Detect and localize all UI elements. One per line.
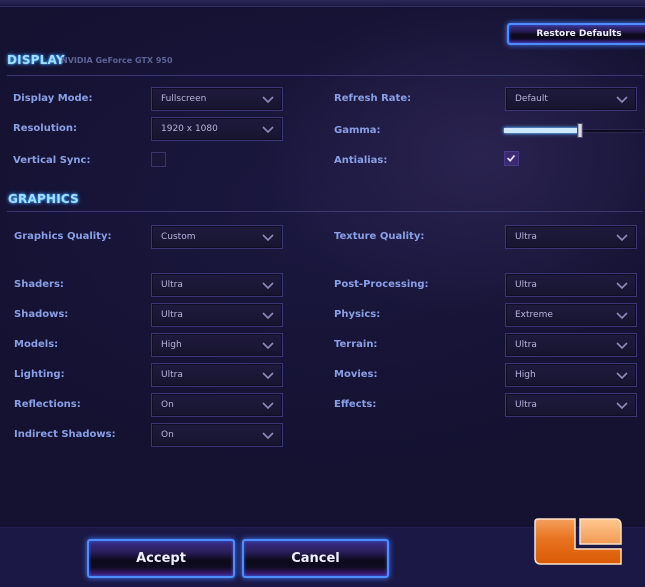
gamma-thumb[interactable] <box>576 123 583 138</box>
accept-label: Accept <box>136 551 186 566</box>
physics-value: Extreme <box>515 310 553 320</box>
reflections-value: On <box>161 400 174 410</box>
post-processing-label: Post-Processing: <box>334 279 429 290</box>
chevron-down-icon <box>262 312 274 320</box>
chevron-down-icon <box>262 342 274 350</box>
display-mode-value: Fullscreen <box>161 94 207 104</box>
chevron-down-icon <box>262 402 274 410</box>
shaders-dropdown[interactable]: Ultra <box>151 273 283 297</box>
vertical-sync-label: Vertical Sync: <box>13 155 91 166</box>
movies-dropdown[interactable]: High <box>505 363 637 387</box>
chevron-down-icon <box>616 402 628 410</box>
physics-label: Physics: <box>334 309 381 320</box>
chevron-down-icon <box>616 96 628 104</box>
indirect-shadows-dropdown[interactable]: On <box>151 423 283 447</box>
graphics-quality-dropdown[interactable]: Custom <box>151 225 283 249</box>
indirect-shadows-value: On <box>161 430 174 440</box>
chevron-down-icon <box>262 96 274 104</box>
refresh-rate-label: Refresh Rate: <box>334 93 412 104</box>
restore-defaults-button[interactable]: Restore Defaults <box>507 23 645 45</box>
chevron-down-icon <box>262 126 274 134</box>
models-dropdown[interactable]: High <box>151 333 283 357</box>
lighting-dropdown[interactable]: Ultra <box>151 363 283 387</box>
graphics-quality-value: Custom <box>161 232 196 242</box>
refresh-rate-dropdown[interactable]: Default <box>505 87 637 111</box>
gamma-label: Gamma: <box>334 125 381 136</box>
texture-quality-value: Ultra <box>515 232 537 242</box>
chevron-down-icon <box>262 432 274 440</box>
lighting-label: Lighting: <box>14 369 65 380</box>
restore-defaults-label: Restore Defaults <box>536 29 622 39</box>
vertical-sync-checkbox[interactable] <box>151 152 166 167</box>
resolution-dropdown[interactable]: 1920 x 1080 <box>151 117 283 141</box>
texture-quality-label: Texture Quality: <box>334 231 425 242</box>
terrain-value: Ultra <box>515 340 537 350</box>
chevron-down-icon <box>262 282 274 290</box>
gamma-slider[interactable] <box>504 123 644 139</box>
terrain-dropdown[interactable]: Ultra <box>505 333 637 357</box>
resolution-value: 1920 x 1080 <box>161 124 218 134</box>
indirect-shadows-label: Indirect Shadows: <box>14 429 116 440</box>
settings-panel <box>0 7 645 527</box>
shadows-dropdown[interactable]: Ultra <box>151 303 283 327</box>
display-divider <box>7 75 643 76</box>
top-bar <box>0 0 645 7</box>
movies-value: High <box>515 370 536 380</box>
cancel-label: Cancel <box>291 551 340 566</box>
shadows-label: Shadows: <box>14 309 69 320</box>
chevron-down-icon <box>616 372 628 380</box>
effects-value: Ultra <box>515 400 537 410</box>
models-value: High <box>161 340 182 350</box>
gamma-fill <box>504 128 580 133</box>
graphics-divider <box>7 211 643 212</box>
display-section-title: DISPLAY <box>7 53 65 67</box>
shaders-value: Ultra <box>161 280 183 290</box>
chevron-down-icon <box>616 342 628 350</box>
physics-dropdown[interactable]: Extreme <box>505 303 637 327</box>
chevron-down-icon <box>616 282 628 290</box>
terrain-label: Terrain: <box>334 339 378 350</box>
graphics-section-title: GRAPHICS <box>8 192 79 206</box>
site-logo <box>534 518 622 565</box>
antialias-checkbox[interactable] <box>504 151 519 166</box>
gpu-name: NVIDIA GeForce GTX 950 <box>61 56 173 65</box>
antialias-label: Antialias: <box>334 155 388 166</box>
chevron-down-icon <box>262 234 274 242</box>
chevron-down-icon <box>616 234 628 242</box>
shaders-label: Shaders: <box>14 279 64 290</box>
chevron-down-icon <box>616 312 628 320</box>
movies-label: Movies: <box>334 369 378 380</box>
effects-dropdown[interactable]: Ultra <box>505 393 637 417</box>
chevron-down-icon <box>262 372 274 380</box>
models-label: Models: <box>14 339 59 350</box>
graphics-quality-label: Graphics Quality: <box>14 231 112 242</box>
effects-label: Effects: <box>334 399 377 410</box>
reflections-label: Reflections: <box>14 399 81 410</box>
shadows-value: Ultra <box>161 310 183 320</box>
display-mode-dropdown[interactable]: Fullscreen <box>151 87 283 111</box>
reflections-dropdown[interactable]: On <box>151 393 283 417</box>
display-mode-label: Display Mode: <box>13 93 93 104</box>
accept-button[interactable]: Accept <box>87 539 235 578</box>
cancel-button[interactable]: Cancel <box>242 539 389 578</box>
resolution-label: Resolution: <box>13 123 78 134</box>
refresh-rate-value: Default <box>515 94 548 104</box>
post-processing-value: Ultra <box>515 280 537 290</box>
post-processing-dropdown[interactable]: Ultra <box>505 273 637 297</box>
lighting-value: Ultra <box>161 370 183 380</box>
checkmark-icon <box>506 154 516 162</box>
texture-quality-dropdown[interactable]: Ultra <box>505 225 637 249</box>
